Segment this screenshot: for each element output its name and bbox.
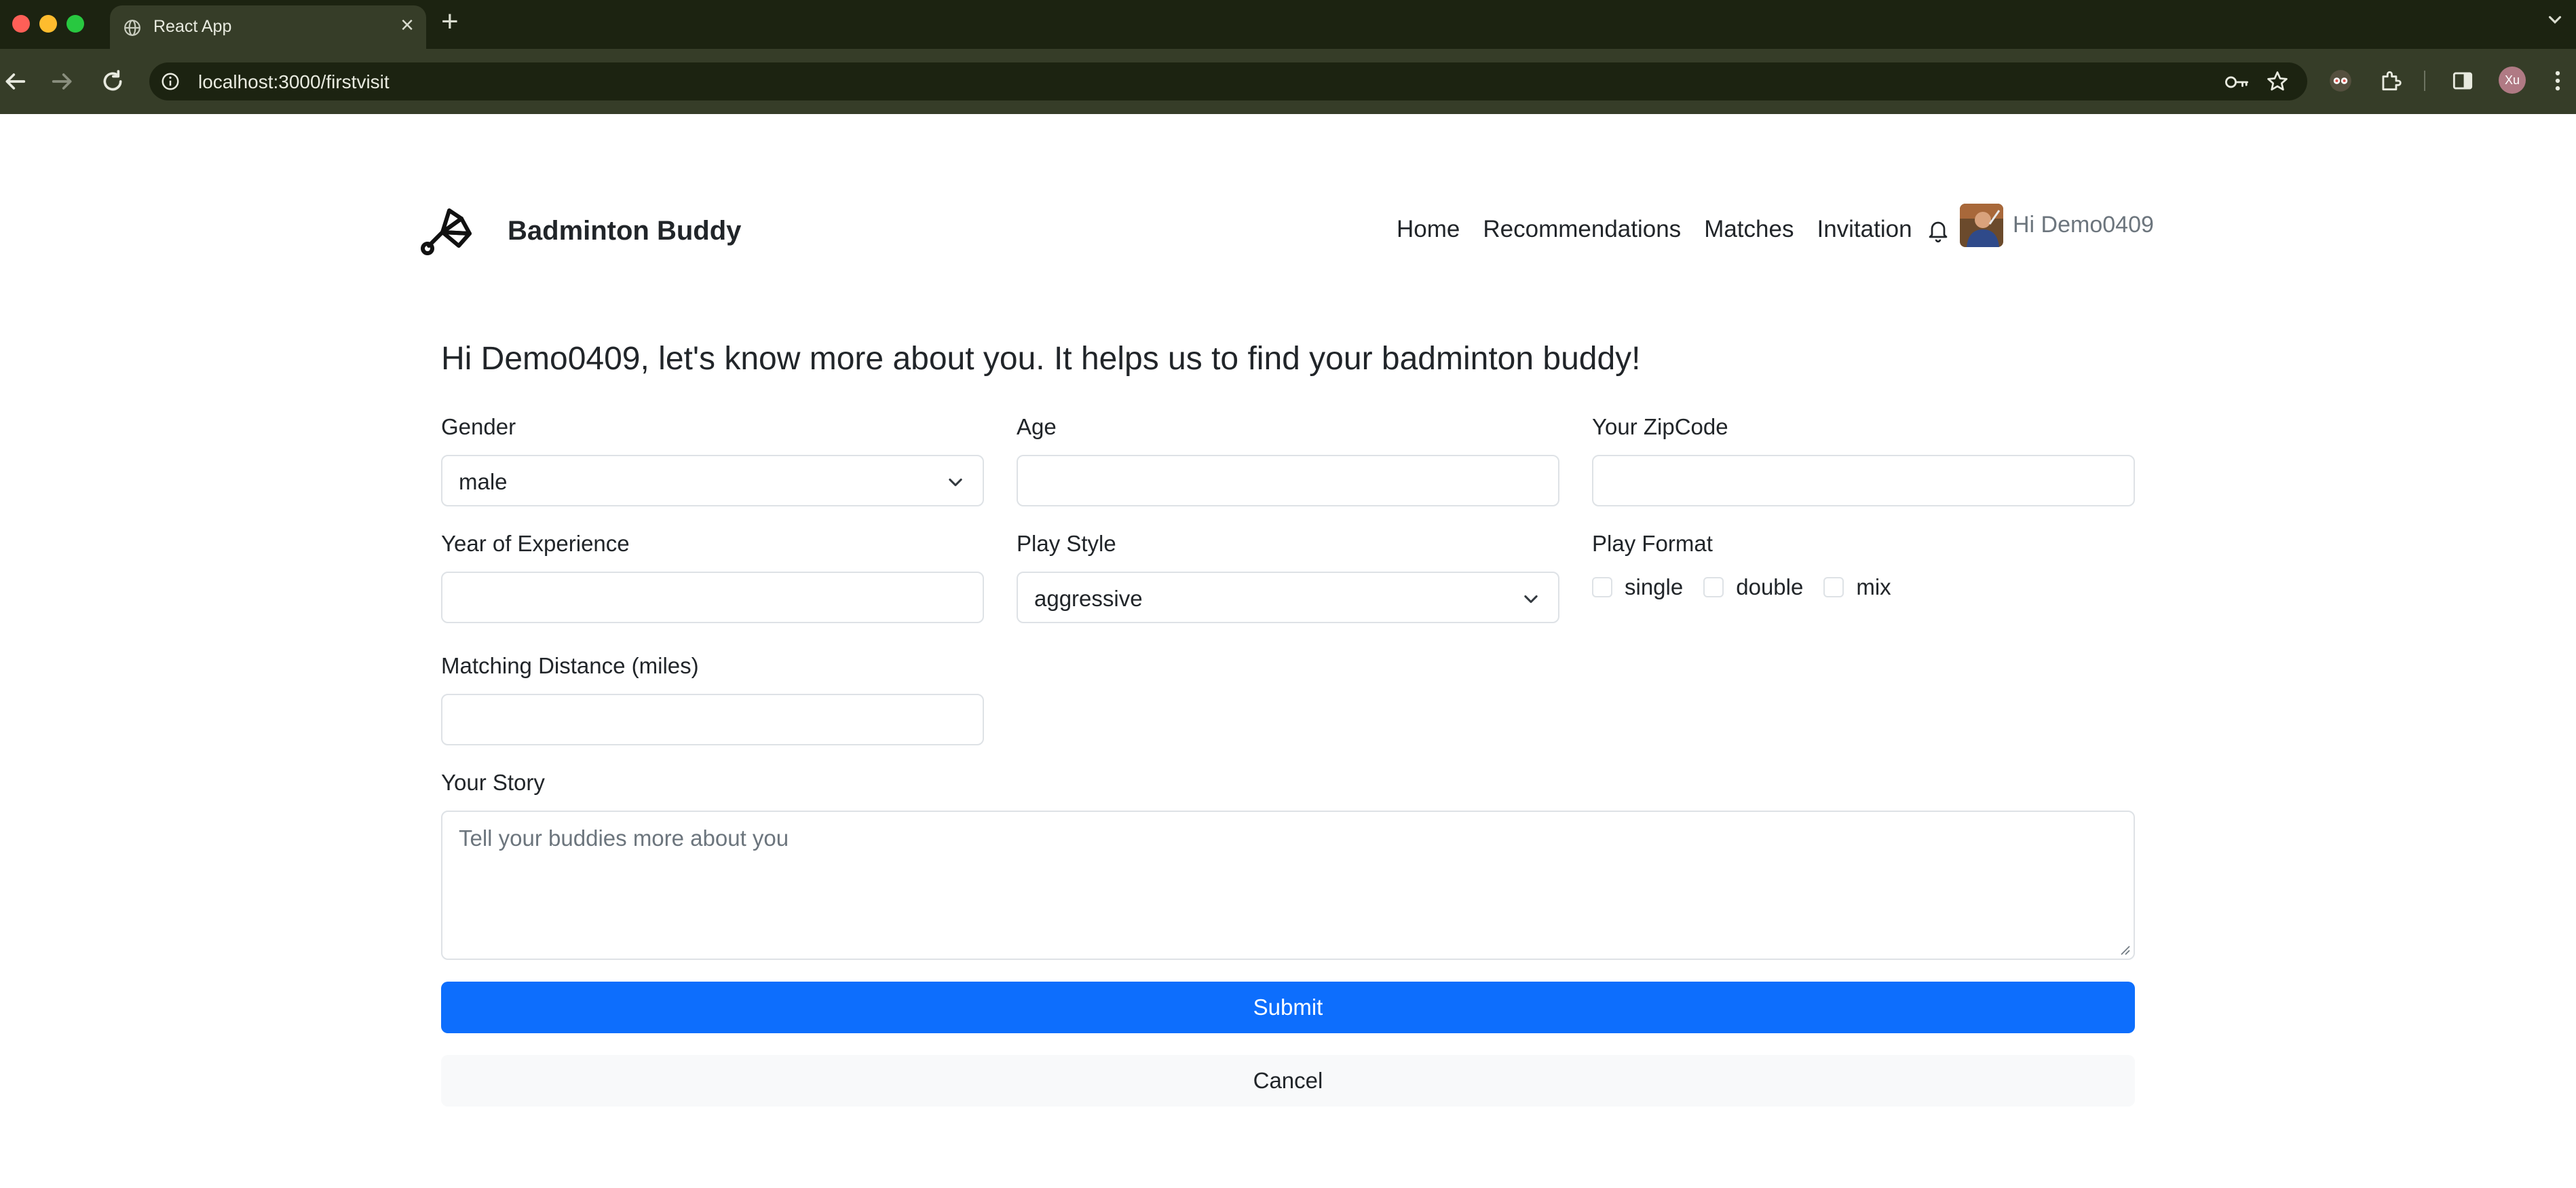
globe-icon	[124, 20, 140, 36]
site-navbar: Badminton Buddy Home Recommendations Mat…	[419, 202, 2157, 257]
zipcode-input[interactable]	[1592, 455, 2135, 506]
tab-title: React App	[153, 17, 232, 36]
distance-label: Matching Distance (miles)	[441, 653, 699, 678]
double-checkbox[interactable]	[1703, 577, 1724, 597]
reload-icon[interactable]	[99, 68, 126, 95]
new-tab-button[interactable]: +	[441, 7, 459, 37]
nav-link-invitation[interactable]: Invitation	[1817, 216, 1912, 243]
extensions-puzzle-icon[interactable]	[2378, 68, 2404, 94]
close-window-button[interactable]	[12, 15, 30, 33]
password-key-icon[interactable]	[2223, 71, 2250, 94]
avatar-photo	[1960, 204, 2003, 247]
extension-eyes-icon[interactable]	[2328, 68, 2353, 94]
site-info-icon[interactable]	[160, 71, 181, 92]
nav-links: Home Recommendations Matches Invitation	[1397, 216, 1935, 243]
tab-search-chevron-icon[interactable]	[2545, 10, 2565, 30]
resize-grip-icon[interactable]	[2119, 944, 2131, 956]
minimize-window-button[interactable]	[39, 15, 57, 33]
chevron-down-icon	[1524, 595, 1538, 604]
age-label: Age	[1017, 414, 1057, 439]
maximize-window-button[interactable]	[67, 15, 84, 33]
address-bar[interactable]: localhost:3000/firstvisit	[149, 62, 2307, 100]
user-greeting[interactable]: Hi Demo0409	[2013, 212, 2154, 238]
cancel-button[interactable]: Cancel	[441, 1055, 2135, 1107]
bookmark-star-icon[interactable]	[2265, 69, 2290, 94]
nav-link-home[interactable]: Home	[1397, 216, 1460, 243]
bell-icon[interactable]	[1926, 217, 1950, 244]
single-checkbox-label[interactable]: single	[1625, 574, 1683, 600]
chevron-down-icon	[949, 478, 962, 487]
shuttlecock-logo-icon[interactable]	[419, 204, 478, 258]
distance-input[interactable]	[441, 694, 984, 745]
experience-label: Year of Experience	[441, 531, 630, 556]
user-avatar[interactable]	[1960, 204, 2003, 247]
close-tab-icon[interactable]: ×	[400, 14, 414, 37]
zipcode-label: Your ZipCode	[1592, 414, 1728, 439]
brand-name[interactable]: Badminton Buddy	[508, 216, 741, 246]
age-input[interactable]	[1017, 455, 1559, 506]
story-placeholder: Tell your buddies more about you	[459, 825, 789, 851]
page-title: Hi Demo0409, let's know more about you. …	[441, 341, 1641, 377]
browser-profile-avatar[interactable]: Xu	[2499, 67, 2526, 94]
play-format-options: single double mix	[1592, 574, 1912, 600]
play-style-select-value: aggressive	[1034, 586, 1143, 611]
url-text[interactable]: localhost:3000/firstvisit	[198, 71, 390, 93]
back-arrow-icon[interactable]	[1, 68, 29, 95]
play-format-mix[interactable]: mix	[1823, 574, 1891, 600]
double-checkbox-label[interactable]: double	[1736, 574, 1803, 600]
submit-button[interactable]: Submit	[441, 982, 2135, 1033]
story-label: Your Story	[441, 770, 545, 795]
gender-label: Gender	[441, 414, 516, 439]
toolbar-divider	[2424, 71, 2425, 91]
single-checkbox[interactable]	[1592, 577, 1612, 597]
more-menu-icon[interactable]	[2545, 68, 2571, 94]
play-style-select[interactable]: aggressive	[1017, 572, 1559, 623]
nav-link-matches[interactable]: Matches	[1704, 216, 1794, 243]
browser-tab[interactable]: React App ×	[110, 5, 426, 49]
play-style-label: Play Style	[1017, 531, 1116, 556]
play-format-label: Play Format	[1592, 531, 1713, 556]
gender-select-value: male	[459, 469, 508, 494]
nav-link-recommendations[interactable]: Recommendations	[1483, 216, 1681, 243]
browser-tab-strip: React App × +	[0, 0, 2576, 49]
mix-checkbox[interactable]	[1823, 577, 1844, 597]
play-format-single[interactable]: single	[1592, 574, 1683, 600]
gender-select[interactable]: male	[441, 455, 984, 506]
forward-arrow-icon[interactable]	[49, 68, 76, 95]
story-textarea[interactable]: Tell your buddies more about you	[441, 811, 2135, 960]
side-panel-icon[interactable]	[2450, 68, 2476, 94]
play-format-double[interactable]: double	[1703, 574, 1803, 600]
experience-input[interactable]	[441, 572, 984, 623]
mix-checkbox-label[interactable]: mix	[1856, 574, 1891, 600]
page-content: Badminton Buddy Home Recommendations Mat…	[0, 114, 2576, 1188]
